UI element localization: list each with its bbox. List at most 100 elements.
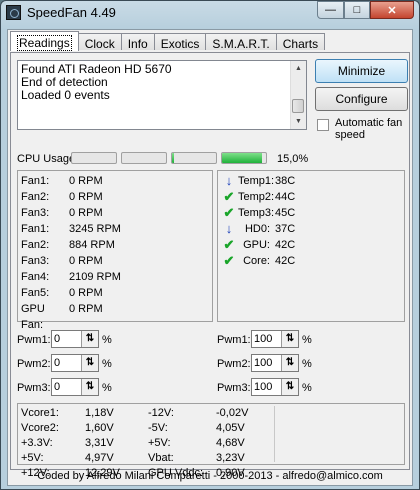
scroll-up-icon[interactable]: ▲: [291, 61, 306, 76]
voltage-row: -12V: -0,02V: [148, 406, 273, 421]
temp-value: 37C: [275, 223, 296, 235]
pwm-right-1-stepper[interactable]: 100 ⇅: [251, 330, 299, 348]
pwm-label: Pwm1:: [217, 334, 251, 346]
credits-footer: Coded by Alfredo Milani Comparetti - 200…: [37, 470, 383, 482]
spin-arrows-icon[interactable]: ⇅: [81, 355, 98, 371]
temp-value: 42C: [275, 255, 296, 267]
voltage-name: -5V:: [148, 422, 168, 434]
pwm-value[interactable]: 100: [254, 357, 272, 369]
temp-value: 45C: [275, 207, 296, 219]
down-arrow-icon: ↓: [225, 221, 233, 236]
tab-readings[interactable]: Readings: [10, 31, 79, 51]
voltage-divider: [274, 406, 275, 462]
tab-exotics[interactable]: Exotics: [153, 33, 207, 51]
pwm-label: Pwm1:: [17, 334, 51, 346]
cpu-core-fill: [172, 153, 175, 163]
fan-value: 0 RPM: [69, 175, 103, 187]
temp-value: 42C: [275, 239, 296, 251]
voltage-name: +5V:: [21, 452, 44, 464]
voltage-row: +5V: 4,68V: [148, 436, 273, 451]
temp-value: 44C: [275, 191, 296, 203]
minimize-button[interactable]: Minimize: [315, 59, 408, 83]
automatic-fan-speed-label[interactable]: Automatic fan speed: [335, 117, 415, 141]
window-close-button[interactable]: ✕: [370, 1, 414, 19]
window-minimize-button[interactable]: —: [317, 1, 344, 19]
scroll-thumb[interactable]: [292, 99, 304, 113]
fan-value: 0 RPM: [69, 207, 103, 219]
window-maximize-button[interactable]: □: [344, 1, 370, 19]
spin-arrows-icon[interactable]: ⇅: [281, 379, 298, 395]
pwm-unit: %: [302, 334, 312, 346]
fan-value: 3245 RPM: [69, 223, 121, 235]
temp-name: GPU:: [243, 239, 270, 251]
fan-name: Fan3:: [21, 207, 50, 219]
tab-charts[interactable]: Charts: [275, 33, 326, 51]
pwm-left-1-stepper[interactable]: 0 ⇅: [51, 330, 99, 348]
spin-arrows-icon[interactable]: ⇅: [81, 331, 98, 347]
pwm-label: Pwm2:: [217, 358, 251, 370]
speedfan-window: SpeedFan 4.49 — □ ✕ Readings Clock Info …: [0, 0, 420, 490]
check-icon: ✔: [223, 189, 235, 204]
speedfan-app-icon: [6, 5, 21, 20]
client-area: Readings Clock Info Exotics S.M.A.R.T. C…: [7, 29, 413, 486]
fan-value: 0 RPM: [69, 303, 103, 315]
tab-smart[interactable]: S.M.A.R.T.: [205, 33, 277, 51]
scroll-down-icon[interactable]: ▼: [291, 114, 306, 129]
voltage-value: 3,31V: [85, 437, 114, 449]
spin-arrows-icon[interactable]: ⇅: [281, 331, 298, 347]
fan-name: Fan3:: [21, 255, 50, 267]
fan-name: Fan1:: [21, 175, 50, 187]
fan-name: Fan2:: [21, 239, 50, 251]
automatic-fan-speed-checkbox[interactable]: [317, 119, 329, 131]
voltage-row: Vcore1: 1,18V: [21, 406, 146, 421]
pwm-left-2-stepper[interactable]: 0 ⇅: [51, 354, 99, 372]
voltage-name: Vbat:: [148, 452, 174, 464]
cpu-core-bar: [71, 152, 117, 164]
tab-strip: Readings Clock Info Exotics S.M.A.R.T. C…: [10, 31, 326, 53]
voltage-name: +5V:: [148, 437, 171, 449]
fan-name: Fan4:: [21, 271, 50, 283]
voltage-value: -0,02V: [216, 407, 249, 419]
voltage-value: 1,60V: [85, 422, 114, 434]
cpu-usage-label: CPU Usage: [17, 153, 76, 165]
tab-info[interactable]: Info: [120, 33, 155, 51]
fan-name: Fan2:: [21, 191, 50, 203]
pwm-value[interactable]: 100: [254, 333, 272, 345]
pwm-right-3-stepper[interactable]: 100 ⇅: [251, 378, 299, 396]
pwm-right-2-stepper[interactable]: 100 ⇅: [251, 354, 299, 372]
configure-button[interactable]: Configure: [315, 87, 408, 111]
tab-label: Readings: [17, 35, 72, 51]
fan-value: 884 RPM: [69, 239, 115, 251]
title-bar[interactable]: SpeedFan 4.49 — □ ✕: [1, 1, 419, 25]
spin-arrows-icon[interactable]: ⇅: [281, 355, 298, 371]
log-scrollbar[interactable]: ▲ ▼: [290, 61, 306, 129]
temp-name: Temp2:: [238, 191, 275, 203]
temp-name: Temp1:: [238, 175, 275, 187]
pwm-value[interactable]: 0: [54, 333, 60, 345]
log-line: Loaded 0 events: [21, 88, 110, 102]
pwm-unit: %: [102, 382, 112, 394]
pwm-value[interactable]: 0: [54, 357, 60, 369]
pwm-value[interactable]: 0: [54, 381, 60, 393]
spin-arrows-icon[interactable]: ⇅: [81, 379, 98, 395]
pwm-unit: %: [102, 358, 112, 370]
voltage-value: 3,23V: [216, 452, 245, 464]
pwm-left-3-stepper[interactable]: 0 ⇅: [51, 378, 99, 396]
window-title: SpeedFan 4.49: [27, 5, 116, 20]
pwm-unit: %: [302, 358, 312, 370]
pwm-value[interactable]: 100: [254, 381, 272, 393]
pwm-label: Pwm2:: [17, 358, 51, 370]
cpu-core-bar: [171, 152, 217, 164]
event-log[interactable]: Found ATI Radeon HD 5670 End of detectio…: [17, 60, 307, 130]
voltage-row: Vbat: 3,23V: [148, 451, 273, 466]
temp-name: HD0:: [244, 223, 270, 235]
voltage-row: Vcore2: 1,60V: [21, 421, 146, 436]
fan-name: GPU Fan:: [21, 303, 45, 331]
tab-clock[interactable]: Clock: [77, 33, 122, 51]
temp-value: 38C: [275, 175, 296, 187]
voltage-row: -5V: 4,05V: [148, 421, 273, 436]
cpu-core-bar: [221, 152, 267, 164]
voltage-value: 4,05V: [216, 422, 245, 434]
check-icon: ✔: [223, 237, 235, 252]
check-icon: ✔: [223, 205, 235, 220]
